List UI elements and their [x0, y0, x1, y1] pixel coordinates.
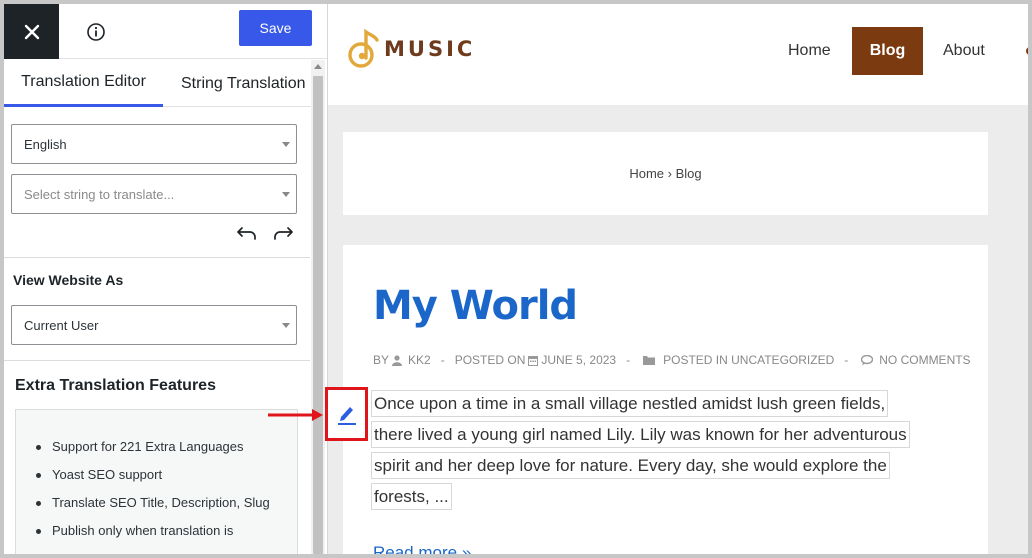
- read-more-link[interactable]: Read more »: [373, 543, 471, 554]
- redo-icon: [274, 227, 293, 240]
- list-item: Yoast SEO support: [36, 466, 270, 494]
- breadcrumb: Home › Blog: [343, 132, 988, 215]
- tab-string-translation[interactable]: String Translation: [181, 60, 321, 107]
- list-item: Translate SEO Title, Description, Slug: [36, 494, 270, 522]
- close-button[interactable]: [4, 4, 59, 59]
- redo-button[interactable]: [272, 224, 296, 246]
- string-select-placeholder: Select string to translate...: [24, 186, 175, 202]
- panel-tabs: Translation Editor String Translation: [4, 60, 314, 107]
- excerpt-line[interactable]: spirit and her deep love for nature. Eve…: [371, 452, 890, 479]
- info-button[interactable]: [82, 18, 110, 46]
- meta-category[interactable]: POSTED IN UNCATEGORIZED: [663, 353, 834, 367]
- extra-features-list: Support for 221 Extra Languages Yoast SE…: [36, 438, 270, 550]
- save-button[interactable]: Save: [239, 10, 312, 46]
- panel-topbar: Save: [4, 4, 327, 59]
- nav-about[interactable]: About: [943, 27, 985, 75]
- folder-icon: [643, 356, 656, 365]
- user-icon: [392, 354, 403, 366]
- chevron-down-icon: [282, 142, 290, 147]
- meta-comments[interactable]: NO COMMENTS: [879, 353, 970, 367]
- meta-separator: -: [844, 353, 849, 367]
- tab-translation-editor[interactable]: Translation Editor: [4, 60, 163, 107]
- breadcrumb-separator: ›: [667, 166, 672, 181]
- calendar-icon: [528, 355, 539, 366]
- site-logo-text: MUSIC: [384, 37, 476, 61]
- extra-features-box: Support for 221 Extra Languages Yoast SE…: [15, 409, 298, 554]
- list-item: Publish only when translation is: [36, 522, 270, 550]
- info-icon: [87, 23, 105, 41]
- post-card: My World BY KK2 - POSTED ON JUNE 5, 2023…: [343, 245, 988, 554]
- meta-author[interactable]: KK2: [408, 353, 431, 367]
- scrollbar-thumb[interactable]: [313, 76, 323, 554]
- edit-translation-button[interactable]: [325, 387, 368, 441]
- view-as-select[interactable]: Current User: [11, 305, 297, 345]
- site-header: MUSIC Home Blog About: [328, 4, 1028, 105]
- breadcrumb-trail: Home › Blog: [343, 166, 988, 181]
- list-item: Support for 221 Extra Languages: [36, 438, 270, 466]
- music-note-icon: [348, 28, 379, 68]
- nav-more[interactable]: [1026, 27, 1028, 75]
- chevron-down-icon: [282, 323, 290, 328]
- translation-panel: Save Translation Editor String Translati…: [4, 4, 328, 554]
- excerpt-line[interactable]: Once upon a time in a small village nest…: [371, 390, 889, 417]
- view-as-label: View Website As: [13, 272, 124, 288]
- meta-posted-on: POSTED ON: [454, 353, 526, 367]
- undo-button[interactable]: [236, 224, 260, 246]
- site-preview: MUSIC Home Blog About Home › Blog My Wor…: [328, 4, 1028, 554]
- editor-window: Save Translation Editor String Translati…: [0, 0, 1032, 558]
- chevron-down-icon: [282, 192, 290, 197]
- panel-scrollbar[interactable]: [311, 60, 325, 554]
- comment-icon: [861, 354, 874, 365]
- extra-features-title: Extra Translation Features: [15, 377, 216, 394]
- section-divider: [4, 257, 310, 258]
- close-icon: [24, 24, 39, 39]
- arrow-right-icon: [268, 409, 323, 421]
- breadcrumb-home[interactable]: Home: [629, 166, 664, 181]
- excerpt-line[interactable]: there lived a young girl named Lily. Lil…: [371, 421, 910, 448]
- site-logo[interactable]: MUSIC: [348, 26, 475, 72]
- language-select[interactable]: English: [11, 124, 297, 164]
- excerpt-line[interactable]: forests, ...: [371, 483, 452, 510]
- post-meta: BY KK2 - POSTED ON JUNE 5, 2023 - POSTED…: [373, 353, 971, 367]
- scroll-up-arrow-icon[interactable]: [314, 64, 322, 69]
- post-title[interactable]: My World: [373, 283, 578, 329]
- nav-blog[interactable]: Blog: [852, 27, 923, 75]
- view-as-select-value: Current User: [24, 317, 99, 333]
- circle-icon: [1026, 47, 1028, 55]
- meta-separator: -: [440, 353, 445, 367]
- breadcrumb-current: Blog: [675, 166, 702, 181]
- section-divider: [4, 360, 310, 361]
- undo-icon: [237, 227, 256, 240]
- pencil-icon: [338, 407, 356, 425]
- meta-date[interactable]: JUNE 5, 2023: [541, 353, 616, 367]
- language-select-value: English: [24, 136, 67, 152]
- nav-home[interactable]: Home: [788, 27, 831, 75]
- meta-separator: -: [626, 353, 631, 367]
- string-select[interactable]: Select string to translate...: [11, 174, 297, 214]
- meta-by: BY: [373, 353, 390, 367]
